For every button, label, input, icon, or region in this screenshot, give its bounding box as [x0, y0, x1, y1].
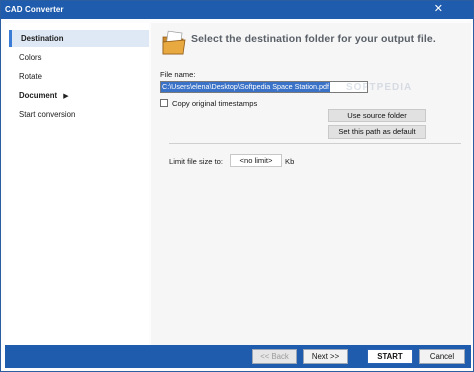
sidebar-item-label: Rotate: [19, 72, 42, 81]
back-button[interactable]: << Back: [252, 349, 297, 364]
limit-size-input[interactable]: <no limit>: [230, 154, 282, 167]
limit-size-label: Limit file size to:: [169, 157, 224, 166]
sidebar-item-label: Colors: [19, 53, 42, 62]
use-source-folder-button[interactable]: Use source folder: [328, 109, 426, 122]
sidebar-item-rotate[interactable]: Rotate: [9, 68, 149, 85]
destination-panel: Select the destination folder for your o…: [151, 23, 471, 345]
sidebar-item-start-conversion[interactable]: Start conversion: [9, 106, 149, 123]
sidebar-item-colors[interactable]: Colors: [9, 49, 149, 66]
sidebar-item-label: Document: [19, 91, 58, 100]
window-title: CAD Converter: [5, 5, 64, 14]
back-button-label: << Back: [260, 352, 289, 361]
file-name-label: File name:: [160, 70, 196, 79]
next-button[interactable]: Next >>: [303, 349, 348, 364]
app-window: CAD Converter ✕ Destination Colors Rotat…: [0, 0, 474, 372]
set-default-path-label: Set this path as default: [338, 127, 416, 136]
sidebar: Destination Colors Rotate Document ▶ Sta…: [5, 23, 149, 345]
cancel-button-label: Cancel: [429, 352, 455, 361]
limit-size-unit: Kb: [285, 157, 295, 166]
sidebar-item-document[interactable]: Document ▶: [9, 87, 149, 104]
sidebar-item-label: Destination: [21, 34, 64, 43]
bottom-toolbar: << Back Next >> START Cancel: [5, 345, 471, 368]
copy-timestamps-checkbox[interactable]: [160, 99, 168, 107]
sidebar-item-label: Start conversion: [19, 110, 76, 119]
divider: [169, 143, 461, 144]
page-title: Select the destination folder for your o…: [191, 33, 436, 45]
chevron-right-icon: ▶: [63, 93, 69, 100]
close-icon[interactable]: ✕: [434, 3, 443, 15]
folder-icon: [162, 30, 186, 55]
set-default-path-button[interactable]: Set this path as default: [328, 125, 426, 139]
cancel-button[interactable]: Cancel: [419, 349, 465, 364]
use-source-folder-label: Use source folder: [347, 111, 407, 120]
start-button-label: START: [377, 352, 403, 361]
limit-size-value: <no limit>: [239, 156, 273, 165]
copy-timestamps-label[interactable]: Copy original timestamps: [172, 99, 257, 108]
sidebar-item-destination[interactable]: Destination: [9, 30, 149, 47]
title-bar: CAD Converter ✕: [1, 1, 473, 19]
file-name-input[interactable]: C:\Users\elena\Desktop\Softpedia Space S…: [160, 81, 368, 93]
next-button-label: Next >>: [311, 352, 340, 361]
file-name-value: C:\Users\elena\Desktop\Softpedia Space S…: [161, 82, 331, 92]
start-button[interactable]: START: [367, 349, 413, 364]
